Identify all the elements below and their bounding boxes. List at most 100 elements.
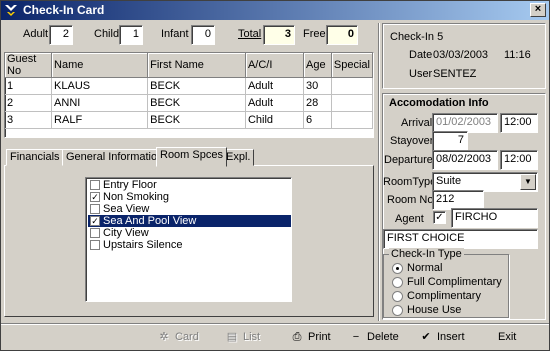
room-specs-checklist[interactable]: Entry Floor ✓ Non Smoking Sea View ✓ Sea… [85, 177, 292, 302]
guest-first-name-cell[interactable]: BECK [147, 77, 246, 95]
checkbox[interactable] [90, 180, 100, 190]
guest-age-cell[interactable]: 6 [303, 111, 332, 129]
roomno-field[interactable]: 212 [432, 190, 484, 210]
card-label: Card [175, 331, 199, 343]
room-spec-item-selected[interactable]: ✓ Sea And Pool View [88, 215, 291, 227]
departure-time-field[interactable]: 12:00 [500, 150, 538, 170]
list-button[interactable]: ▤ List [223, 328, 260, 346]
guest-grid[interactable]: Guest No Name First Name A/C/I Age Speci… [4, 52, 374, 138]
stayover-field[interactable]: 7 [432, 131, 468, 151]
exit-button[interactable]: Exit [498, 328, 516, 346]
radio-full-complimentary[interactable] [392, 277, 403, 288]
panel-divider [378, 23, 380, 321]
window-title: Check-In Card [23, 3, 105, 17]
agent-label: Agent [395, 213, 424, 225]
col-guest-no[interactable]: Guest No [5, 53, 53, 78]
print-button[interactable]: ⎙ Print [288, 328, 331, 346]
tab-label: General Information [66, 151, 164, 163]
stayover-label: Stayover [390, 135, 434, 147]
arrival-time-field[interactable]: 12:00 [500, 113, 538, 133]
radio-normal[interactable] [392, 263, 403, 274]
col-special[interactable]: Special [331, 53, 373, 78]
card-icon: ✲ [159, 331, 169, 343]
room-spec-item[interactable]: Entry Floor [88, 179, 291, 191]
room-spec-item[interactable]: ✓ Non Smoking [88, 191, 291, 203]
printer-icon: ⎙ [292, 331, 302, 343]
tab-financials[interactable]: Financials [6, 149, 64, 166]
guest-special-cell[interactable] [331, 77, 373, 95]
card-button[interactable]: ✲ Card [155, 328, 199, 346]
tab-label: Financials [10, 151, 60, 163]
radio-label: Normal [407, 262, 443, 274]
guest-name-cell[interactable]: RALF [51, 111, 149, 129]
room-spec-label: Sea And Pool View [103, 215, 197, 227]
delete-button[interactable]: − Delete [347, 328, 399, 346]
guest-aci-cell[interactable]: Child [245, 111, 305, 129]
guest-no-cell[interactable]: 3 [5, 111, 53, 129]
guest-row[interactable]: 3 RALF BECK Child 6 [5, 111, 373, 129]
close-button[interactable]: × [530, 3, 546, 17]
accomodation-heading: Accomodation Info [389, 97, 489, 109]
user-value: SENTEZ [433, 68, 477, 80]
free-label: Free [303, 28, 326, 40]
departure-date-field[interactable]: 08/02/2003 [432, 150, 498, 170]
guest-first-name-cell[interactable]: BECK [147, 94, 246, 112]
departure-label: Departure [384, 154, 433, 166]
checkbox-checked[interactable]: ✓ [90, 216, 100, 226]
total-count-field: 3 [263, 25, 295, 45]
radio-house-use[interactable] [392, 305, 403, 316]
tab-room-specs[interactable]: Room Spces [156, 147, 227, 167]
user-label: User [409, 68, 433, 80]
room-spec-item[interactable]: Upstairs Silence [88, 239, 291, 251]
col-age[interactable]: Age [303, 53, 332, 78]
tab-general-information[interactable]: General Information [62, 149, 168, 166]
checkbox[interactable] [90, 204, 100, 214]
guest-no-cell[interactable]: 1 [5, 77, 53, 95]
adult-label: Adult [23, 28, 49, 40]
guest-first-name-cell[interactable]: BECK [147, 111, 246, 129]
arrival-date-field[interactable]: 01/02/2003 [432, 113, 498, 133]
child-count-field[interactable]: 1 [119, 25, 143, 45]
guest-name-cell[interactable]: KLAUS [51, 77, 149, 95]
arrival-label: Arrival [401, 117, 433, 129]
agent-checkbox[interactable]: ✓ [433, 211, 446, 224]
col-name[interactable]: Name [51, 53, 149, 78]
radio-complimentary[interactable] [392, 291, 403, 302]
infant-label: Infant [161, 28, 189, 40]
free-count-field: 0 [326, 25, 358, 45]
guest-age-cell[interactable]: 30 [303, 77, 332, 95]
guest-no-cell[interactable]: 2 [5, 94, 53, 112]
date-label: Date [409, 49, 433, 61]
insert-button[interactable]: ✔ Insert [417, 328, 464, 346]
guest-age-cell[interactable]: 28 [303, 94, 332, 112]
guest-aci-cell[interactable]: Adult [245, 77, 305, 95]
guest-row[interactable]: 1 KLAUS BECK Adult 30 [5, 77, 373, 95]
room-spec-label: City View [103, 227, 149, 239]
guest-name-cell[interactable]: ANNI [51, 94, 149, 112]
guest-special-cell[interactable] [331, 111, 373, 129]
room-spec-item[interactable]: City View [88, 227, 291, 239]
child-label: Child [94, 28, 120, 40]
checkbox[interactable] [90, 228, 100, 238]
checkbox-checked[interactable]: ✓ [90, 192, 100, 202]
checkbox[interactable] [90, 240, 100, 250]
infant-count-field[interactable]: 0 [191, 25, 215, 45]
list-label: List [243, 331, 261, 343]
col-first-name[interactable]: First Name [147, 53, 246, 78]
exit-label: Exit [498, 331, 517, 343]
room-spec-label: Entry Floor [103, 179, 157, 191]
col-aci[interactable]: A/C/I [245, 53, 305, 78]
tab-label: Expl. [226, 151, 251, 163]
adult-count-field[interactable]: 2 [49, 25, 73, 45]
room-spec-item[interactable]: Sea View [88, 203, 291, 215]
radio-label: Full Complimentary [407, 276, 502, 288]
guest-row[interactable]: 2 ANNI BECK Adult 28 [5, 94, 373, 112]
agent-code-field[interactable]: FIRCHO [451, 208, 538, 228]
guest-aci-cell[interactable]: Adult [245, 94, 305, 112]
list-icon: ▤ [226, 331, 238, 343]
title-bar: Check-In Card × [1, 1, 549, 20]
chevron-down-icon[interactable]: ▼ [520, 174, 536, 190]
roomtype-label: RoomType [383, 176, 437, 188]
guest-grid-header: Guest No Name First Name A/C/I Age Speci… [5, 53, 373, 78]
guest-special-cell[interactable] [331, 94, 373, 112]
